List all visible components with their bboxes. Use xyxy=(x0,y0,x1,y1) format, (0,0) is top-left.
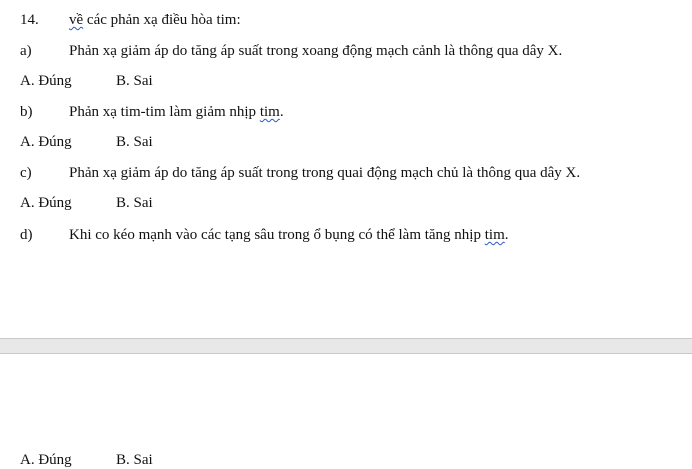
item-b-text-main: Phản xạ tim-tim làm giảm nhịp xyxy=(69,104,260,120)
spellcheck-flag[interactable]: tim xyxy=(485,227,505,243)
item-b-text: Phản xạ tim-tim làm giảm nhịp tim. xyxy=(69,103,284,121)
item-a-option-true: A. Đúng xyxy=(20,73,72,89)
question-number: 14. xyxy=(20,12,39,28)
document-page-1: 14. về các phản xạ điều hòa tim: a) Phản… xyxy=(0,0,692,338)
question-stem-text: các phản xạ điều hòa tim: xyxy=(83,12,241,28)
document-page-2: A. Đúng B. Sai xyxy=(0,354,692,468)
item-c-option-false: B. Sai xyxy=(116,195,153,211)
item-c-label: c) xyxy=(20,165,32,181)
item-d-text-main: Khi co kéo mạnh vào các tạng sâu trong ổ… xyxy=(69,227,485,243)
item-d-option-false: B. Sai xyxy=(116,452,153,468)
item-a-label: a) xyxy=(20,43,32,59)
item-d-label: d) xyxy=(20,227,33,243)
item-d-option-true: A. Đúng xyxy=(20,452,72,468)
item-b-option-false: B. Sai xyxy=(116,134,153,150)
page-break-gap xyxy=(0,338,692,354)
item-b-option-true: A. Đúng xyxy=(20,134,72,150)
spellcheck-flag[interactable]: tim xyxy=(260,104,280,120)
item-b-label: b) xyxy=(20,104,33,120)
item-d-text-end: . xyxy=(504,227,509,243)
question-stem: về các phản xạ điều hòa tim: xyxy=(69,11,241,29)
item-d-text: Khi co kéo mạnh vào các tạng sâu trong ổ… xyxy=(69,226,509,244)
item-b-text-end: . xyxy=(279,104,284,120)
spellcheck-flag[interactable]: về xyxy=(69,12,83,28)
item-a-option-false: B. Sai xyxy=(116,73,153,89)
item-c-text: Phản xạ giảm áp do tăng áp suất trong tr… xyxy=(69,165,581,181)
item-a-text: Phản xạ giảm áp do tăng áp suất trong xo… xyxy=(69,43,563,59)
item-c-option-true: A. Đúng xyxy=(20,195,72,211)
